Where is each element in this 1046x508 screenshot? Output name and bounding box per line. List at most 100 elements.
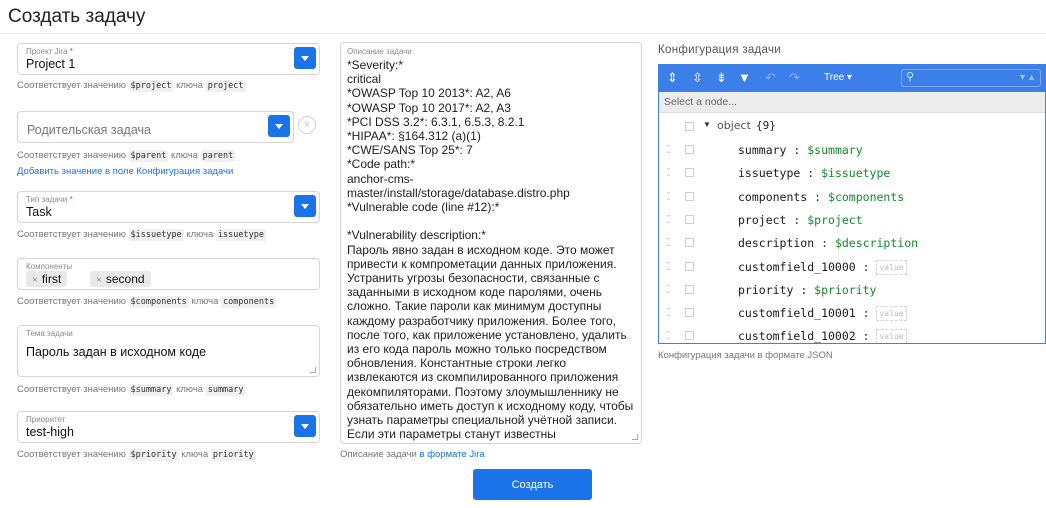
row-menu-icon[interactable]: [685, 168, 694, 178]
title-divider: [0, 33, 1046, 34]
json-key[interactable]: description: [738, 236, 814, 250]
tree-row[interactable]: ⁚⁚ components : $components: [659, 185, 1045, 208]
create-button[interactable]: Создать: [473, 469, 592, 500]
summary-label: Тема задачи: [26, 329, 73, 338]
json-key[interactable]: issuetype: [738, 166, 800, 180]
parent-hint: Соответствует значению $parent ключа par…: [17, 150, 236, 162]
components-multiselect[interactable]: Компоненты × first × second: [17, 258, 320, 290]
chevron-down-icon[interactable]: [268, 115, 290, 137]
empty-value-field[interactable]: value: [876, 259, 907, 275]
filter-icon[interactable]: ▼: [738, 70, 751, 86]
description-label: Описание задачи: [347, 47, 412, 56]
resize-handle-icon[interactable]: [632, 434, 638, 440]
row-menu-icon[interactable]: [685, 261, 694, 271]
search-input[interactable]: ⚲ ▼▲: [901, 69, 1041, 87]
issuetype-value: Task: [26, 205, 52, 219]
row-menu-icon[interactable]: [685, 214, 694, 224]
issuetype-select[interactable]: Тип задачи * Task: [17, 191, 320, 223]
description-text: *Severity:* critical *OWASP Top 10 2013*…: [347, 58, 634, 443]
json-key[interactable]: summary: [738, 143, 786, 157]
resize-handle-icon[interactable]: [310, 367, 316, 373]
project-select[interactable]: Проект Jira * Project 1: [17, 43, 320, 75]
description-textarea[interactable]: Описание задачи *Severity:* critical *OW…: [340, 42, 642, 444]
drag-handle-icon[interactable]: ⁚⁚: [666, 329, 671, 342]
json-value[interactable]: $project: [807, 213, 862, 227]
tree-row[interactable]: ⁚⁚ customfield_10000 : value: [659, 255, 1045, 278]
summary-value: Пароль задан в исходном коде: [26, 345, 207, 359]
row-menu-icon[interactable]: [685, 331, 694, 341]
priority-value: test-high: [26, 425, 74, 439]
description-hint: Описание задачи в формате Jira: [340, 449, 485, 460]
row-menu-icon[interactable]: [685, 145, 694, 154]
json-value[interactable]: $summary: [807, 143, 862, 157]
drag-handle-icon[interactable]: ⁚⁚: [666, 143, 671, 156]
tree-row[interactable]: ⁚⁚ description : $description: [659, 231, 1045, 254]
expand-icon[interactable]: ▼: [703, 120, 711, 129]
priority-hint: Соответствует значению $priority ключа p…: [17, 449, 256, 461]
tree-row[interactable]: ⁚⁚ issuetype : $issuetype: [659, 161, 1045, 184]
issuetype-hint: Соответствует значению $issuetype ключа …: [17, 229, 266, 241]
tree-root-row[interactable]: ▼ object {9}: [659, 115, 1045, 138]
json-key[interactable]: components: [738, 190, 807, 204]
undo-icon[interactable]: ↶: [765, 70, 776, 86]
chevron-down-icon[interactable]: [294, 415, 316, 437]
mode-select[interactable]: Tree ▾: [824, 72, 852, 83]
json-editor-toolbar: ⇕ ⇳ ⇟ ▼ ↶ ↷ Tree ▾ ⚲ ▼▲: [659, 65, 1045, 92]
row-menu-icon[interactable]: [685, 308, 694, 318]
node-navigation[interactable]: Select a node...: [659, 92, 1045, 113]
issuetype-label: Тип задачи *: [26, 195, 73, 204]
row-menu-icon[interactable]: [685, 191, 694, 201]
summary-textarea[interactable]: Тема задачи Пароль задан в исходном коде: [17, 325, 320, 377]
page-title: Создать задачу: [8, 6, 146, 27]
drag-handle-icon[interactable]: ⁚⁚: [666, 166, 671, 179]
remove-icon[interactable]: ×: [96, 275, 102, 286]
drag-handle-icon[interactable]: ⁚⁚: [666, 260, 671, 273]
json-value[interactable]: $components: [828, 190, 904, 204]
add-to-config-link[interactable]: Добавить значение в поле Конфигурация за…: [17, 166, 233, 177]
empty-value-field[interactable]: value: [876, 306, 907, 322]
config-title: Конфигурация задачи: [658, 44, 782, 56]
tree-row[interactable]: ⁚⁚ priority : $priority: [659, 278, 1045, 301]
chevron-down-icon[interactable]: [294, 195, 316, 217]
row-menu-icon[interactable]: [685, 238, 694, 248]
chevron-down-icon[interactable]: [294, 47, 316, 69]
project-label: Проект Jira *: [26, 47, 73, 56]
json-editor[interactable]: ⇕ ⇳ ⇟ ▼ ↶ ↷ Tree ▾ ⚲ ▼▲ Select a node...…: [658, 64, 1046, 344]
tree-row[interactable]: ⁚⁚ customfield_10002 : value: [659, 324, 1045, 343]
component-chip[interactable]: × second: [90, 271, 151, 287]
empty-value-field[interactable]: value: [876, 329, 907, 343]
tree-row[interactable]: ⁚⁚ project : $project: [659, 208, 1045, 231]
component-chip[interactable]: × first: [26, 271, 68, 287]
json-value[interactable]: $issuetype: [821, 166, 890, 180]
tree-row[interactable]: ⁚⁚ summary : $summary: [659, 138, 1045, 161]
json-key[interactable]: project: [738, 213, 786, 227]
search-icon: ⚲: [906, 71, 915, 83]
tree-row[interactable]: ⁚⁚ customfield_10001 : value: [659, 301, 1045, 324]
components-hint: Соответствует значению $components ключа…: [17, 296, 277, 308]
drag-handle-icon[interactable]: ⁚⁚: [666, 213, 671, 226]
collapse-all-icon[interactable]: ⇳: [692, 70, 703, 86]
drag-handle-icon[interactable]: ⁚⁚: [666, 306, 671, 319]
json-value[interactable]: $priority: [814, 283, 876, 297]
parent-task-select[interactable]: Родительская задача: [17, 111, 294, 143]
parent-placeholder: Родительская задача: [27, 123, 151, 137]
clear-icon[interactable]: ×: [298, 116, 316, 134]
sort-icon[interactable]: ⇟: [716, 70, 727, 86]
drag-handle-icon[interactable]: ⁚⁚: [666, 190, 671, 203]
expand-all-icon[interactable]: ⇕: [667, 70, 678, 86]
redo-icon[interactable]: ↷: [789, 70, 800, 86]
json-key[interactable]: customfield_10001: [738, 306, 856, 320]
summary-hint: Соответствует значению $summary ключа su…: [17, 384, 246, 396]
remove-icon[interactable]: ×: [32, 275, 38, 286]
priority-select[interactable]: Приоритет test-high: [17, 411, 320, 443]
drag-handle-icon[interactable]: ⁚⁚: [666, 283, 671, 296]
json-key[interactable]: customfield_10000: [738, 260, 856, 274]
row-menu-icon[interactable]: [685, 284, 694, 294]
drag-handle-icon[interactable]: ⁚⁚: [666, 236, 671, 249]
row-menu-icon[interactable]: [685, 122, 694, 131]
json-value[interactable]: $description: [835, 236, 918, 250]
jira-format-link[interactable]: в формате Jira: [420, 449, 485, 460]
json-key[interactable]: priority: [738, 283, 793, 297]
json-key[interactable]: customfield_10002: [738, 329, 856, 343]
search-nav-icon[interactable]: ▼▲: [1018, 72, 1036, 82]
